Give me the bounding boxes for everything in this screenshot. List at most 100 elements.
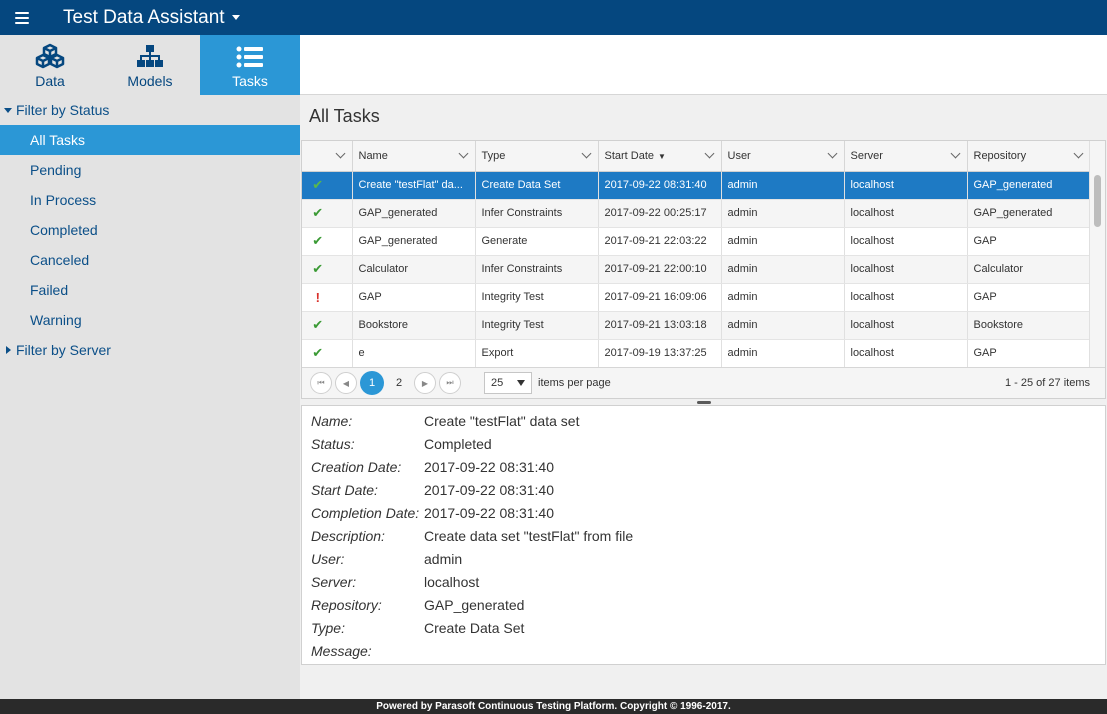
table-row[interactable]: ✔ Bookstore Integrity Test 2017-09-21 13… (302, 311, 1091, 340)
top-bar: Test Data Assistant (0, 0, 1107, 35)
cell-server: localhost (844, 171, 968, 200)
cell-server: localhost (844, 199, 968, 228)
check-icon: ✔ (312, 261, 324, 276)
filter-by-server-toggle[interactable]: Filter by Server (0, 335, 300, 365)
column-header-repository[interactable]: Repository (967, 141, 1091, 172)
table-row[interactable]: ✔ Create "testFlat" da... Create Data Se… (302, 171, 1091, 200)
filter-by-server-label: Filter by Server (16, 342, 111, 358)
table-row[interactable]: ! GAP Integrity Test 2017-09-21 16:09:06… (302, 283, 1091, 312)
app-title: Test Data Assistant (63, 6, 225, 28)
previous-page-button[interactable]: ◀ (335, 372, 357, 394)
cell-repository: GAP_generated (967, 199, 1091, 228)
cell-start-date: 2017-09-19 13:37:25 (598, 339, 722, 368)
column-header-start-date[interactable]: Start Date ▼ (598, 141, 722, 172)
tab-data[interactable]: Data (0, 35, 100, 95)
cell-type: Infer Constraints (475, 255, 599, 284)
page-size-select[interactable]: 25 (484, 372, 532, 394)
cell-start-date: 2017-09-21 22:00:10 (598, 255, 722, 284)
chevron-down-icon[interactable] (335, 148, 345, 159)
table-row[interactable]: ✔ e Export 2017-09-19 13:37:25 admin loc… (302, 339, 1091, 368)
chevron-down-icon[interactable] (950, 148, 960, 159)
cell-name: Bookstore (352, 311, 476, 340)
warning-exclamation-icon: ! (315, 289, 320, 305)
list-icon (236, 46, 263, 68)
sidebar-item-pending[interactable]: Pending (0, 155, 300, 185)
next-page-button[interactable]: ▶ (414, 372, 436, 394)
cell-user: admin (721, 255, 845, 284)
cell-user: admin (721, 199, 845, 228)
tab-tasks[interactable]: Tasks (200, 35, 300, 95)
chevron-down-icon[interactable] (581, 148, 591, 159)
chevron-down-icon[interactable] (458, 148, 468, 159)
cell-repository: GAP (967, 339, 1091, 368)
table-row[interactable]: ✔ GAP_generated Generate 2017-09-21 22:0… (302, 227, 1091, 256)
cell-server: localhost (844, 283, 968, 312)
page-2-button[interactable]: 2 (387, 371, 411, 395)
sidebar-item-failed[interactable]: Failed (0, 275, 300, 305)
cell-server: localhost (844, 227, 968, 256)
pager-info: 1 - 25 of 27 items (1005, 377, 1090, 389)
cell-name: Calculator (352, 255, 476, 284)
tab-models-label: Models (127, 73, 173, 89)
column-header-name[interactable]: Name (352, 141, 476, 172)
check-icon: ✔ (312, 205, 324, 220)
cell-repository: GAP (967, 227, 1091, 256)
cell-type: Integrity Test (475, 311, 599, 340)
column-header-server[interactable]: Server (844, 141, 968, 172)
scrollbar-thumb[interactable] (1094, 175, 1101, 227)
tab-tasks-label: Tasks (232, 73, 268, 89)
filter-by-status-label: Filter by Status (16, 102, 110, 118)
splitter-grip-icon[interactable] (697, 401, 711, 404)
sidebar-item-in-process[interactable]: In Process (0, 185, 300, 215)
triangle-right-icon (6, 346, 11, 354)
detail-row-creation-date: Creation Date: 2017-09-22 08:31:40 (311, 458, 554, 475)
cell-name: GAP_generated (352, 227, 476, 256)
detail-row-description: Description: Create data set "testFlat" f… (311, 527, 634, 544)
nav-tabs: Data Models Tasks (0, 35, 300, 95)
last-page-button[interactable]: ⏭ (439, 372, 461, 394)
footer: Powered by Parasoft Continuous Testing P… (0, 699, 1107, 714)
task-details-panel: Name: Create "testFlat" data set Status: C… (301, 405, 1106, 665)
tab-models[interactable]: Models (100, 35, 200, 95)
triangle-down-icon (4, 107, 12, 113)
chevron-down-icon[interactable] (827, 148, 837, 159)
cell-repository: Bookstore (967, 311, 1091, 340)
cell-user: admin (721, 311, 845, 340)
cell-user: admin (721, 283, 845, 312)
cell-name: GAP_generated (352, 199, 476, 228)
check-icon: ✔ (312, 177, 324, 192)
detail-row-user: User: admin (311, 550, 463, 567)
cell-type: Create Data Set (475, 171, 599, 200)
sidebar-item-completed[interactable]: Completed (0, 215, 300, 245)
grid-vertical-scrollbar[interactable] (1089, 141, 1105, 367)
hamburger-menu-icon[interactable] (15, 11, 29, 24)
sidebar-item-warning[interactable]: Warning (0, 305, 300, 335)
cell-start-date: 2017-09-22 00:25:17 (598, 199, 722, 228)
tasks-table: Name Type Start Date ▼ User Server Reposi… (302, 141, 1091, 368)
table-row[interactable]: ✔ GAP_generated Infer Constraints 2017-0… (302, 199, 1091, 228)
detail-row-name: Name: Create "testFlat" data set (311, 412, 580, 429)
sidebar-item-canceled[interactable]: Canceled (0, 245, 300, 275)
cell-user: admin (721, 339, 845, 368)
chevron-down-icon[interactable] (1073, 148, 1083, 159)
check-icon: ✔ (312, 233, 324, 248)
sidebar-item-all-tasks[interactable]: All Tasks (0, 125, 300, 155)
sidebar: Filter by Status All Tasks Pending In Pr… (0, 95, 300, 699)
cell-start-date: 2017-09-21 13:03:18 (598, 311, 722, 340)
chevron-down-icon[interactable] (704, 148, 714, 159)
detail-row-message: Message: (311, 642, 372, 659)
detail-row-server: Server: localhost (311, 573, 480, 590)
cell-name: GAP (352, 283, 476, 312)
cell-type: Integrity Test (475, 283, 599, 312)
page-size-label: items per page (538, 377, 611, 389)
column-header-user[interactable]: User (721, 141, 845, 172)
cell-server: localhost (844, 339, 968, 368)
table-row[interactable]: ✔ Calculator Infer Constraints 2017-09-2… (302, 255, 1091, 284)
app-title-dropdown[interactable]: Test Data Assistant (63, 7, 240, 29)
column-header-type[interactable]: Type (475, 141, 599, 172)
first-page-button[interactable]: ⏮ (310, 372, 332, 394)
page-1-button[interactable]: 1 (360, 371, 384, 395)
cell-repository: GAP_generated (967, 171, 1091, 200)
filter-by-status-toggle[interactable]: Filter by Status (0, 95, 300, 125)
column-header-status[interactable] (302, 141, 353, 172)
